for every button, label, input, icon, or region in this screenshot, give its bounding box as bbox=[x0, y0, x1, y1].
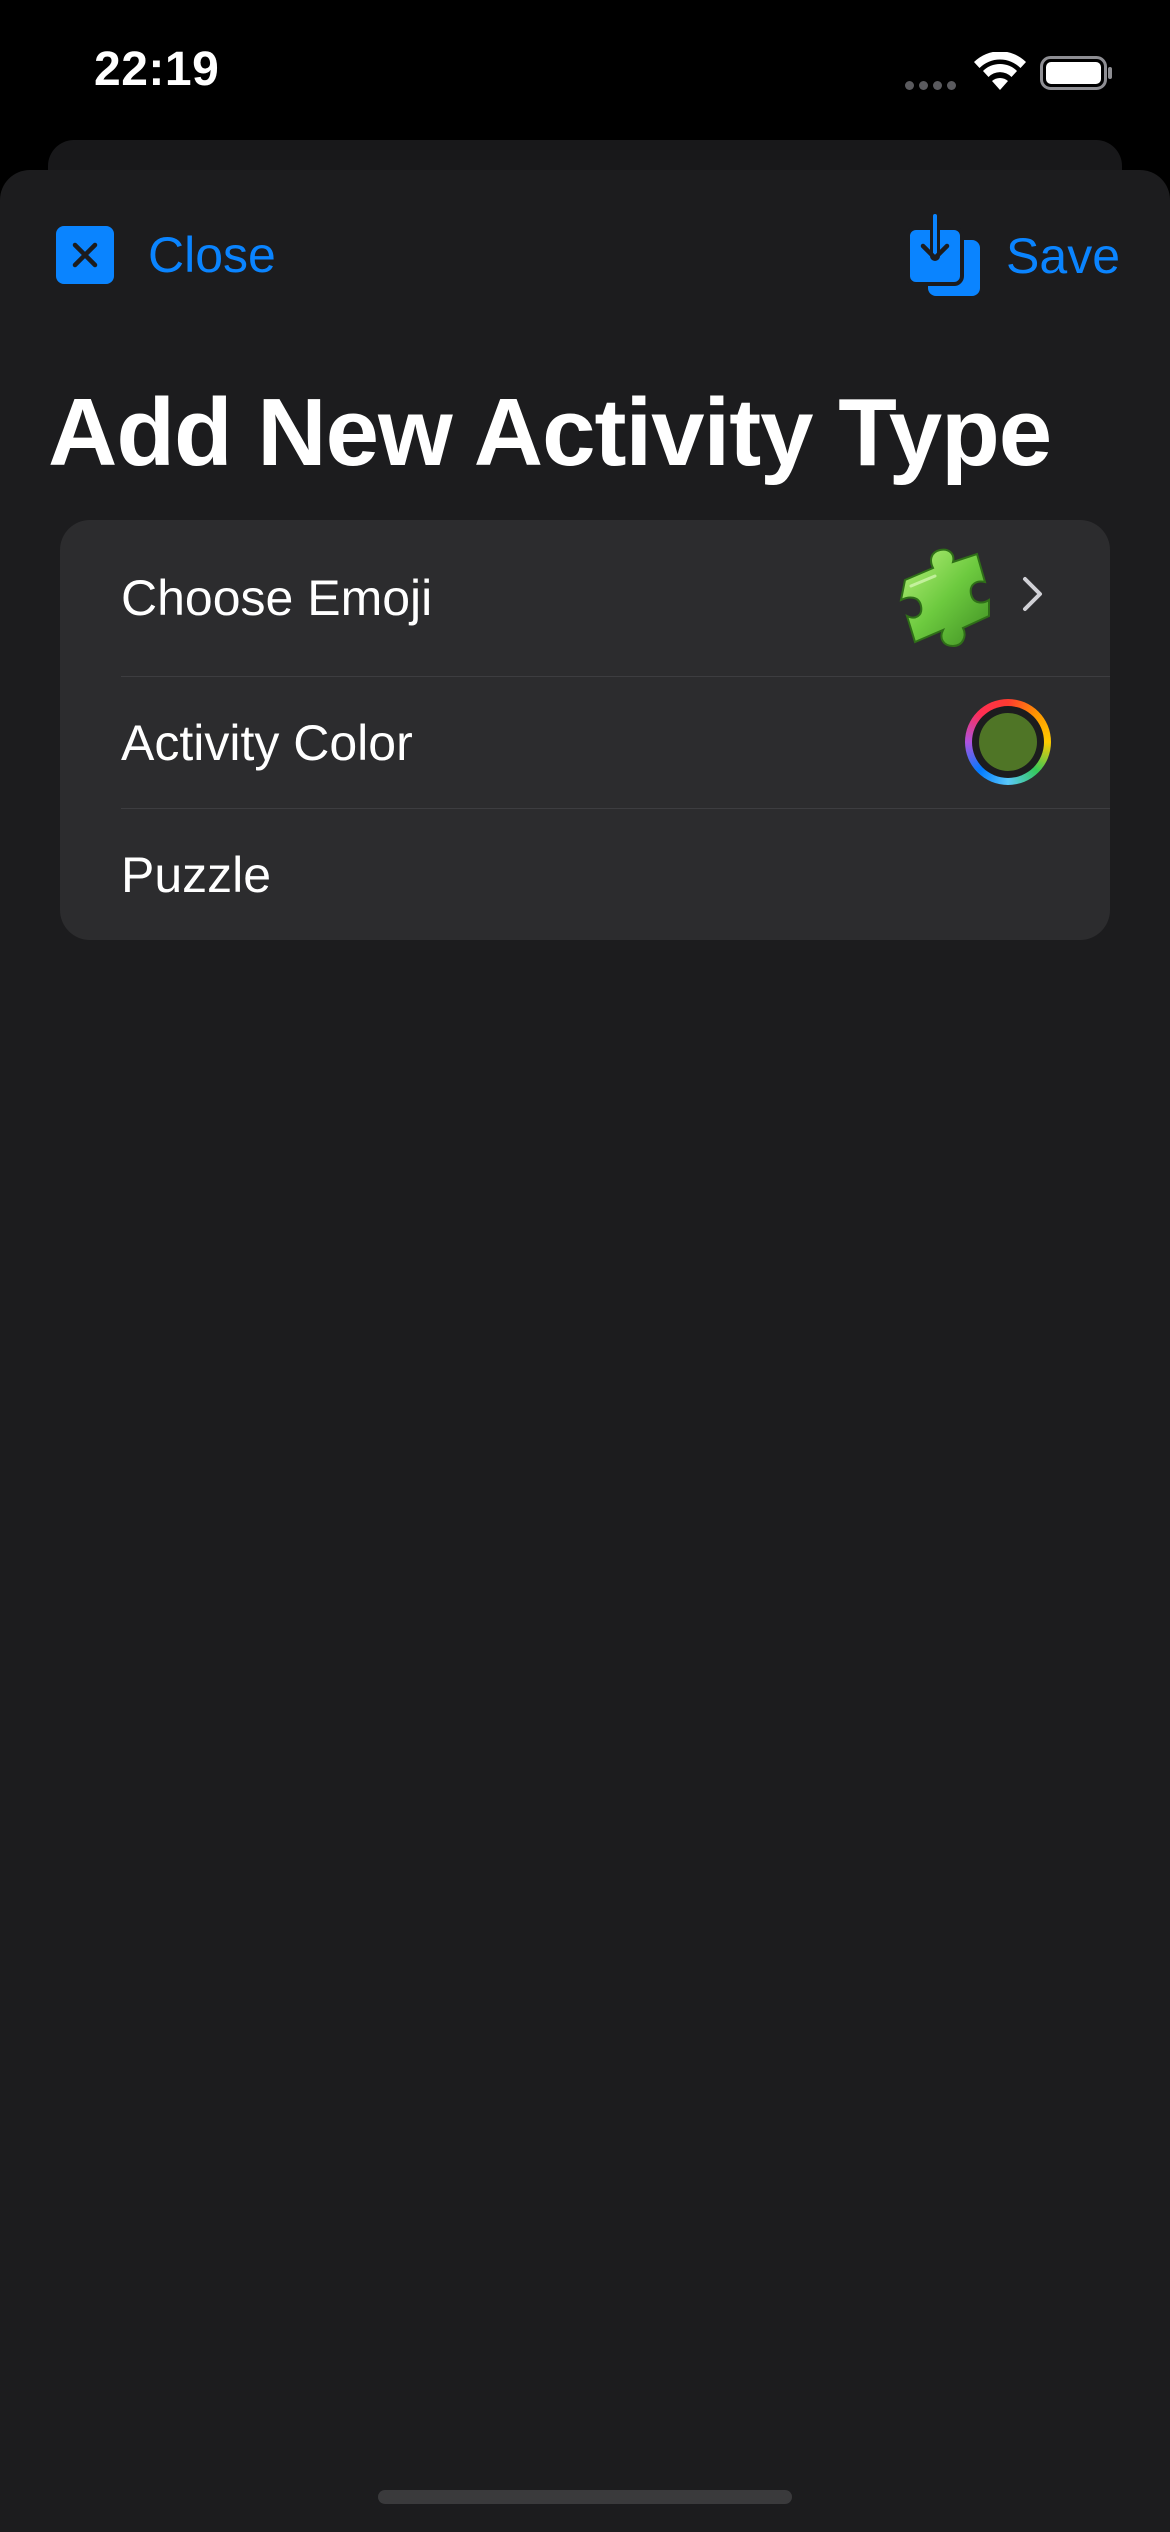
add-activity-sheet: Close Save Add New Activity Type Choose … bbox=[0, 170, 1170, 2532]
page-title: Add New Activity Type bbox=[48, 379, 1052, 486]
color-well-picker[interactable] bbox=[965, 699, 1051, 785]
close-button[interactable]: Close bbox=[56, 226, 276, 284]
choose-emoji-label: Choose Emoji bbox=[121, 570, 433, 626]
save-label: Save bbox=[1006, 228, 1120, 284]
close-label: Close bbox=[148, 227, 276, 283]
screen: 22:19 Close Save Add New Activity Type C… bbox=[0, 0, 1170, 2532]
activity-name-row[interactable]: Puzzle bbox=[60, 809, 1110, 940]
activity-form-group: Choose Emoji Activity Color Puzzle bbox=[60, 520, 1110, 940]
puzzle-piece-emoji-icon bbox=[899, 548, 990, 648]
activity-color-row[interactable]: Activity Color bbox=[60, 677, 1110, 808]
color-swatch bbox=[979, 713, 1037, 771]
wifi-icon bbox=[974, 52, 1026, 90]
choose-emoji-row[interactable]: Choose Emoji bbox=[60, 520, 1110, 676]
save-button[interactable]: Save bbox=[906, 214, 1120, 298]
activity-color-label: Activity Color bbox=[121, 714, 413, 771]
xmark-square-icon bbox=[56, 226, 114, 284]
status-time: 22:19 bbox=[94, 43, 220, 96]
square-and-arrow-down-on-square-icon bbox=[906, 214, 981, 296]
activity-name-label: Puzzle bbox=[121, 846, 272, 903]
cellular-signal-icon bbox=[905, 81, 956, 90]
home-indicator bbox=[378, 2490, 792, 2504]
chevron-right-icon bbox=[1023, 577, 1042, 611]
battery-icon bbox=[1040, 56, 1112, 90]
